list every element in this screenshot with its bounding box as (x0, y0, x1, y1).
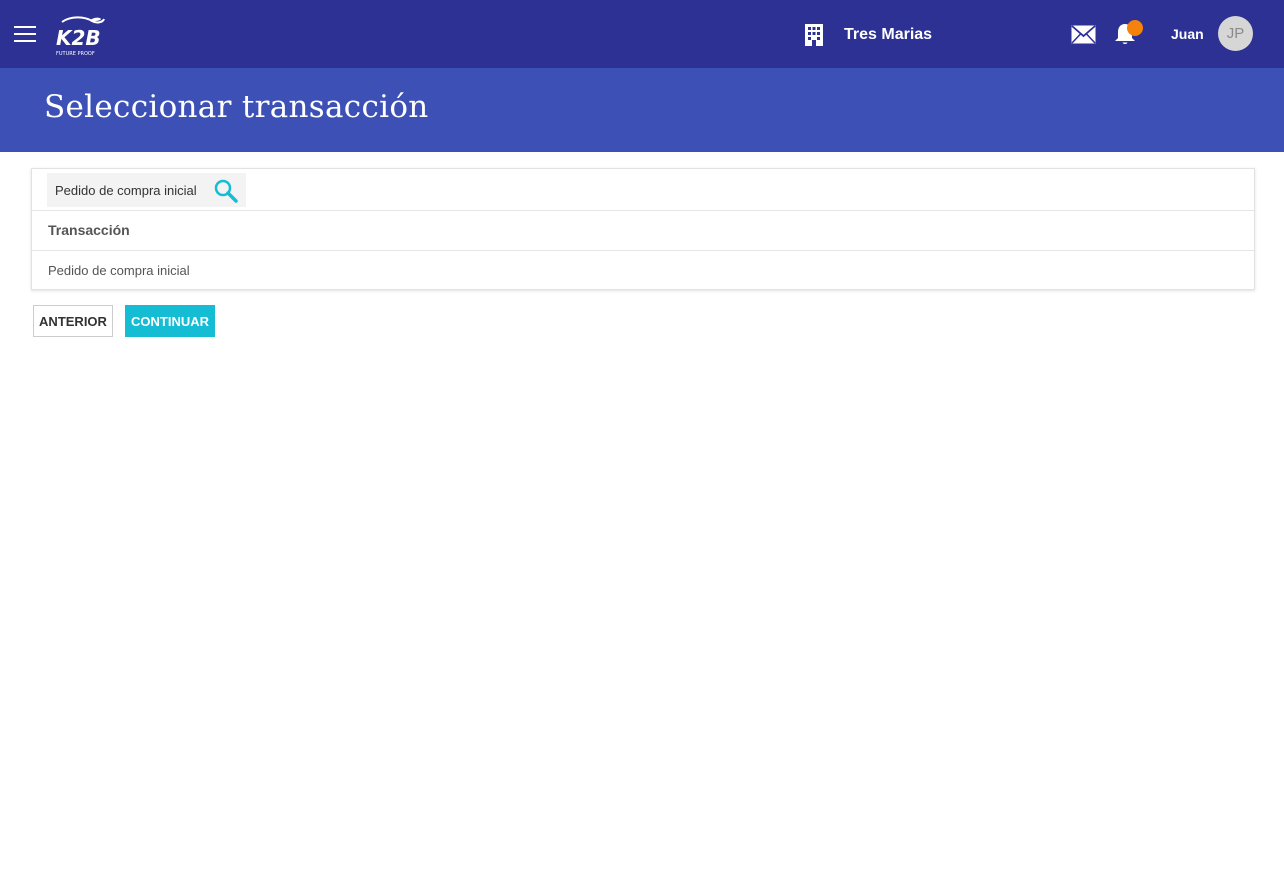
k2b-logo[interactable]: K2B FUTURE PROOF (54, 14, 108, 58)
svg-text:FUTURE PROOF: FUTURE PROOF (56, 51, 95, 57)
previous-button[interactable]: ANTERIOR (33, 305, 113, 337)
divider (32, 210, 1254, 211)
user-name[interactable]: Juan (1171, 26, 1204, 42)
transaction-grid-card: Transacción Pedido de compra inicial (31, 168, 1255, 290)
search-input[interactable] (47, 173, 207, 207)
avatar[interactable]: JP (1218, 16, 1253, 51)
bell-icon[interactable] (1113, 20, 1143, 47)
search-icon[interactable] (213, 178, 239, 204)
top-navigation-bar: K2B FUTURE PROOF Tres Marias Juan JP (0, 0, 1284, 68)
page-title: Seleccionar transacción (44, 89, 429, 125)
column-header-transaccion[interactable]: Transacción (48, 222, 130, 238)
filter-box (47, 173, 246, 207)
menu-icon[interactable] (14, 26, 36, 44)
page-title-bar: Seleccionar transacción (0, 68, 1284, 152)
notification-badge (1127, 20, 1143, 36)
company-selector[interactable]: Tres Marias (804, 22, 932, 48)
building-icon (805, 24, 823, 46)
table-cell: Pedido de compra inicial (48, 263, 190, 278)
company-name: Tres Marias (844, 26, 933, 43)
continue-button[interactable]: CONTINUAR (125, 305, 215, 337)
mail-icon[interactable] (1071, 25, 1096, 44)
svg-text:K2B: K2B (56, 26, 101, 50)
table-row[interactable]: Pedido de compra inicial (32, 251, 1254, 289)
